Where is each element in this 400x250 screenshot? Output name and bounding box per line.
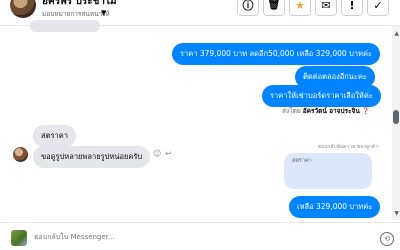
done-button[interactable]: ✓ bbox=[367, 0, 389, 16]
contact-avatar[interactable] bbox=[10, 0, 36, 18]
sender-name[interactable]: อัครวัตน์ อาจประจิน bbox=[303, 107, 360, 115]
sent-by-prefix: ส่งโดย bbox=[282, 107, 301, 115]
contact-name[interactable]: อัครพร ประชาไม้ bbox=[42, 0, 117, 9]
scrollbar-thumb[interactable] bbox=[393, 110, 399, 124]
delete-button[interactable]: 🗑 bbox=[263, 0, 285, 16]
info-button[interactable]: ⓘ bbox=[237, 0, 259, 16]
chevron-down-icon[interactable]: ▼ bbox=[101, 9, 106, 17]
trash-icon: 🗑 bbox=[267, 0, 281, 11]
message-bubble-outgoing[interactable]: ราคาให้เช่าบอร์ดราคาเลือให้ค่ะ bbox=[262, 85, 381, 107]
scroll-up-arrow-icon[interactable]: ▲ bbox=[394, 30, 399, 37]
message-bubble-outgoing-reply[interactable]: เหลือ 329,000 บาทค่ะ bbox=[289, 196, 381, 218]
resize-handle-icon[interactable]: ⟲ bbox=[380, 232, 394, 246]
report-button[interactable]: ! bbox=[341, 0, 363, 16]
help-icon[interactable]: ❓ bbox=[362, 107, 370, 115]
exclamation-icon: ! bbox=[349, 0, 355, 12]
reply-context-note: ตอบกลับข้อความ ของลูกค้า bbox=[317, 144, 378, 150]
quoted-message-text: สตราคา bbox=[292, 158, 312, 164]
reply-icon[interactable]: ↩ bbox=[165, 149, 172, 158]
message-thread[interactable]: ราคา 379,000 บาท ลดอีก50,000 เหลือ 329,0… bbox=[0, 20, 392, 220]
scroll-down-arrow-icon[interactable]: ▼ bbox=[394, 210, 399, 217]
assign-conversation-label[interactable]: มอบหมายการสนทนาให้ bbox=[42, 9, 110, 19]
star-button[interactable]: ★ bbox=[289, 0, 311, 16]
messenger-window: อัครพร ประชาไม้ มอบหมายการสนทนาให้ ▼ ⓘ 🗑… bbox=[0, 0, 400, 250]
star-icon: ★ bbox=[295, 0, 305, 12]
sent-by-line: ส่งโดย อัครวัตน์ อาจประจิน ❓ bbox=[282, 106, 370, 116]
checkmark-icon: ✓ bbox=[373, 0, 383, 12]
envelope-icon: ✉ bbox=[321, 0, 331, 12]
customer-avatar[interactable] bbox=[13, 147, 28, 162]
message-bubble-incoming-partial bbox=[30, 20, 100, 32]
message-bubble-incoming[interactable]: สตราคา bbox=[33, 125, 76, 147]
mark-unread-button[interactable]: ✉ bbox=[315, 0, 337, 16]
message-bubble-outgoing[interactable]: ราคา 379,000 บาท ลดอีก50,000 เหลือ 329,0… bbox=[172, 43, 381, 65]
reply-input[interactable] bbox=[34, 230, 334, 244]
page-avatar bbox=[11, 230, 27, 246]
message-bubble-incoming[interactable]: ขอดูรูปหลายพลายรูปหน่อยครับ bbox=[33, 146, 151, 168]
emoji-react-icon[interactable]: ☺ bbox=[153, 149, 161, 158]
info-icon: ⓘ bbox=[242, 0, 254, 12]
